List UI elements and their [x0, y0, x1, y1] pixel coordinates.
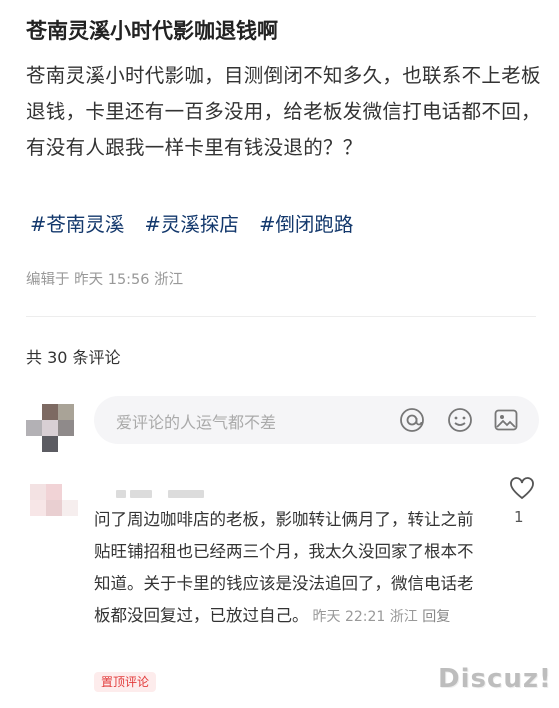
comment-input[interactable]: 爱评论的人运气都不差 [94, 396, 539, 444]
tag-link[interactable]: #灵溪探店 [145, 213, 239, 236]
tag-link[interactable]: #苍南灵溪 [30, 213, 124, 236]
comment-text: 问了周边咖啡店的老板，影咖转让俩月了，转让之前贴旺铺招租也已经两三个月，我太久没… [94, 504, 486, 633]
commenter-avatar[interactable] [30, 484, 78, 532]
reply-button[interactable]: 回复 [422, 609, 450, 625]
post-meta: 编辑于 昨天 15:56 浙江 [26, 272, 184, 288]
post-title: 苍南灵溪小时代影咖退钱啊 [26, 19, 278, 43]
image-icon[interactable] [492, 406, 520, 434]
heart-icon[interactable] [509, 476, 535, 502]
pinned-comment-badge: 置顶评论 [94, 672, 157, 692]
emoji-icon[interactable] [446, 406, 474, 434]
current-user-avatar[interactable] [26, 404, 74, 452]
comment-time: 昨天 22:21 浙江 [312, 609, 418, 625]
tag-link[interactable]: #倒闭跑路 [259, 213, 353, 236]
post-body: 苍南灵溪小时代影咖，目测倒闭不知多久，也联系不上老板退钱，卡里还有一百多没用，给… [26, 64, 541, 159]
comment-meta: 昨天 22:21 浙江 回复 [313, 609, 451, 625]
comment-count: 共 30 条评论 [26, 348, 121, 367]
at-icon[interactable] [398, 406, 426, 434]
post-tags: #苍南灵溪 #灵溪探店 #倒闭跑路 [30, 208, 367, 242]
like-count: 1 [514, 508, 524, 526]
comment-body: 问了周边咖啡店的老板，影咖转让俩月了，转让之前贴旺铺招租也已经两三个月，我太久没… [94, 510, 474, 625]
divider [26, 316, 536, 317]
commenter-name[interactable] [94, 490, 214, 502]
watermark: Discuz! [438, 664, 552, 694]
comment-input-placeholder: 爱评论的人运气都不差 [116, 413, 277, 432]
